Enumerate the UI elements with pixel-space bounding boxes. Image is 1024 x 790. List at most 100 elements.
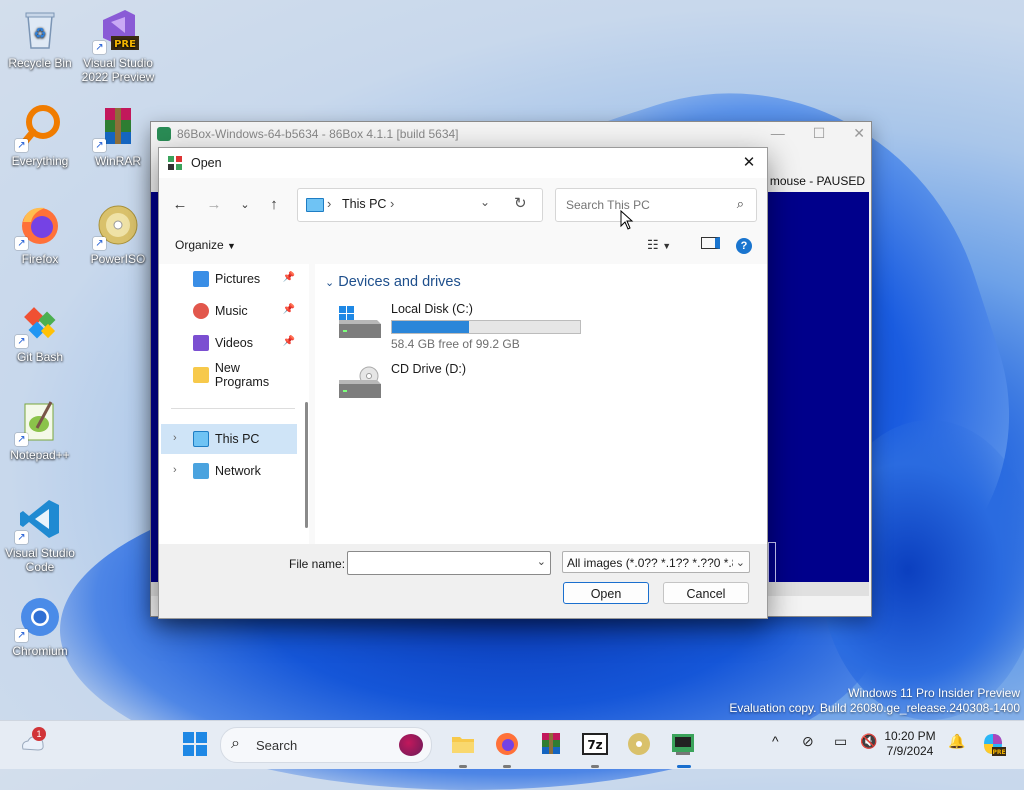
forward-button[interactable]: → [203,194,225,216]
copilot-button[interactable]: PRE [980,731,1006,757]
nav-item-new-programs[interactable]: New Programs [161,360,297,390]
up-button[interactable]: ↑ [263,194,285,216]
taskbar-search[interactable]: ⌕ Search [220,727,432,763]
file-type-select[interactable]: All images (*.0?? *.1?? *.??0 *.86 ⌄ [562,551,750,573]
network-icon [193,463,209,479]
back-button[interactable]: ← [169,194,191,216]
change-view-button[interactable]: ☷ ▼ [647,237,671,253]
taskbar-firefox[interactable] [494,731,520,757]
volume-icon[interactable]: 🔇 [860,733,877,750]
search-icon[interactable]: ⌕ [737,196,744,212]
pin-icon[interactable]: 📌 [283,336,295,347]
drive-cd-d[interactable]: CD Drive (D:) [339,362,599,412]
everything-icon: ↗ [15,104,63,152]
desktop-icon-label: Everything [11,154,69,168]
nav-divider [171,408,295,409]
arrow-up-icon: ↑ [270,196,278,213]
open-file-dialog[interactable]: Open ✕ ← → ⌄ ↑ › This PC › ⌄ ↻ ⌕ Organiz… [158,147,768,619]
search-box[interactable]: ⌕ [555,188,757,222]
chevron-down-icon: ⌄ [732,552,745,572]
cancel-button[interactable]: Cancel [663,582,749,604]
drive-usage-fill [392,321,470,333]
notification-bell-icon[interactable]: 🔔 [948,733,965,750]
file-name-input[interactable]: ⌄ [347,551,551,575]
desktop-icon-winrar[interactable]: ↗ WinRAR [80,104,156,168]
recent-locations-button[interactable]: ⌄ [234,194,256,216]
taskbar-winrar[interactable] [538,731,564,757]
breadcrumb-separator-icon[interactable]: › [327,196,331,211]
taskbar-7zip[interactable]: 7z [582,731,608,757]
desktop-icon-poweriso[interactable]: ↗ PowerISO [80,202,156,266]
86box-logo-icon [168,156,182,170]
organize-button[interactable]: Organize ▼ [175,238,236,252]
desktop-icon-label: Visual Studio Code [5,546,75,574]
pin-icon[interactable]: 📌 [283,304,295,315]
window-titlebar[interactable]: 86Box-Windows-64-b5634 - 86Box 4.1.1 [bu… [151,122,871,146]
close-button[interactable]: ✕ [737,152,761,174]
group-header-devices[interactable]: ⌄ Devices and drives [325,274,461,290]
nav-item-pictures[interactable]: Pictures 📌 [161,264,297,294]
desktop-icon-git-bash[interactable]: ↗ Git Bash [2,300,78,364]
dialog-titlebar[interactable]: Open [159,148,767,178]
nav-scrollbar[interactable] [305,402,308,528]
show-hidden-icons-chevron-icon[interactable]: ^ [772,733,779,749]
weather-widget[interactable]: 1 [18,727,46,755]
breadcrumb-separator-icon[interactable]: › [390,196,394,211]
visual-studio-icon: PRE ↗ [93,6,141,54]
pre-badge: PRE [114,39,136,50]
desktop-icon-visual-studio-preview[interactable]: PRE ↗ Visual Studio 2022 Preview [80,6,156,84]
desktop-icon-recycle-bin[interactable]: ♻ Recycle Bin [2,6,78,70]
pre-badge: PRE [992,749,1005,756]
desktop-icon-notepad-plus-plus[interactable]: ↗ Notepad++ [2,398,78,462]
taskbar-clock[interactable]: 10:20 PM 7/9/2024 [880,729,940,759]
minimize-icon[interactable]: — [771,125,785,142]
nav-item-music[interactable]: Music 📌 [161,296,297,326]
desktop-icon-firefox[interactable]: ↗ Firefox [2,202,78,266]
nav-item-videos[interactable]: Videos 📌 [161,328,297,358]
maximize-icon[interactable]: ☐ [813,125,826,142]
address-dropdown-icon[interactable]: ⌄ [480,195,490,209]
file-list[interactable]: ⌄ Devices and drives Local Disk (C:) 58.… [315,264,767,544]
winrar-icon: ↗ [93,104,141,152]
pictures-icon [193,271,209,287]
breadcrumb-this-pc[interactable]: This PC [342,197,386,211]
videos-icon [193,335,209,351]
refresh-icon[interactable]: ↻ [514,194,527,212]
network-disconnected-icon[interactable]: ⊘ [802,733,814,750]
pin-icon[interactable]: 📌 [283,272,295,283]
desktop-icon-chromium[interactable]: ↗ Chromium [2,594,78,658]
chevron-down-icon[interactable]: ⌄ [537,555,546,568]
taskbar-86box[interactable] [670,731,696,757]
desktop-icon-vscode[interactable]: ↗ Visual Studio Code [2,496,78,574]
shortcut-arrow-icon: ↗ [15,237,28,250]
folder-icon [193,367,209,383]
help-button[interactable]: ? [736,238,752,254]
svg-text:♻: ♻ [34,26,47,42]
taskbar-file-explorer[interactable] [450,731,476,757]
arrow-left-icon: ← [172,196,188,213]
desktop-icon-label: Visual Studio 2022 Preview [81,56,155,84]
nav-item-network[interactable]: › Network [161,456,297,486]
display-icon[interactable]: ▭ [834,733,847,750]
group-header-label: Devices and drives [338,274,461,290]
preview-pane-button[interactable] [701,237,720,252]
chevron-right-icon[interactable]: › [173,432,177,444]
address-bar[interactable]: › This PC › ⌄ ↻ [297,188,543,222]
cd-drive-icon [339,366,381,398]
drive-local-disk-c[interactable]: Local Disk (C:) 58.4 GB free of 99.2 GB [339,302,599,352]
desktop-icon-everything[interactable]: ↗ Everything [2,104,78,168]
start-button[interactable] [182,731,208,757]
nav-item-this-pc[interactable]: › This PC [161,424,297,454]
desktop-icon-label: Git Bash [16,350,64,364]
navigation-pane[interactable]: Pictures 📌 Music 📌 Videos 📌 New Programs… [159,264,309,544]
open-button[interactable]: Open [563,582,649,604]
chevron-right-icon[interactable]: › [173,464,177,476]
taskbar-poweriso[interactable] [626,731,652,757]
mouse-cursor-icon [620,210,634,230]
help-icon: ? [740,240,748,252]
evaluation-watermark: Windows 11 Pro Insider Preview Evaluatio… [729,686,1020,716]
desktop-icon-label: Firefox [21,252,59,266]
desktop-icon-label: Chromium [12,644,68,658]
close-icon[interactable]: ✕ [853,125,865,142]
search-input[interactable] [564,197,728,213]
